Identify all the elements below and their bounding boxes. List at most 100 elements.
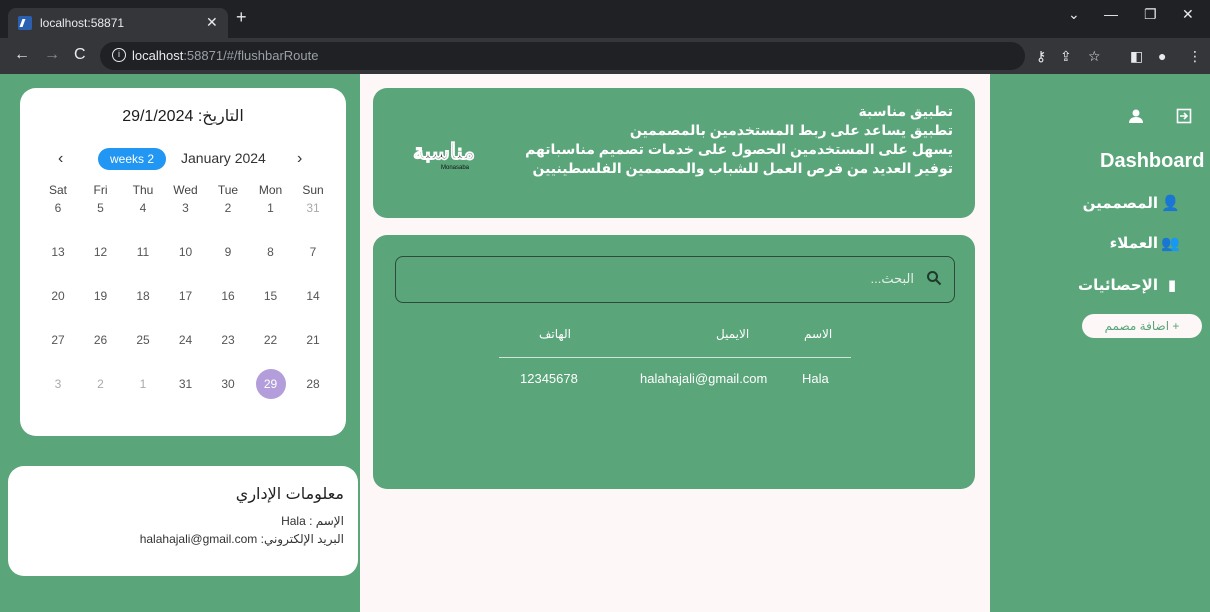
designers-panel: البحث... الاسم الايميل الهاتف Hala halah… bbox=[373, 235, 975, 489]
sidebar-item-label: العملاء bbox=[1109, 235, 1158, 252]
month-label[interactable]: January 2024 bbox=[181, 150, 266, 166]
calendar-day[interactable]: 30 bbox=[208, 377, 248, 391]
dashboard-title: Dashboard bbox=[1100, 150, 1205, 172]
header-phone: الهاتف bbox=[539, 327, 571, 341]
admin-name: الإسم : Hala bbox=[281, 514, 344, 528]
minimize-icon[interactable]: — bbox=[1104, 6, 1118, 22]
sidebar-item-designers[interactable]: 👤المصممين bbox=[1083, 194, 1180, 212]
banner-line: يسهل على المستخدمين الحصول على خدمات تصم… bbox=[525, 141, 953, 157]
calendar-day[interactable]: 31 bbox=[166, 377, 206, 391]
key-icon[interactable]: ⚷ bbox=[1036, 48, 1046, 65]
calendar-day[interactable]: 6 bbox=[38, 201, 78, 215]
calendar-day[interactable]: 22 bbox=[251, 333, 291, 347]
selected-day[interactable]: 29 bbox=[255, 369, 286, 399]
calendar-day[interactable]: 26 bbox=[81, 333, 121, 347]
sidebar-item-label: المصممين bbox=[1082, 195, 1158, 212]
calendar-day[interactable]: 2 bbox=[81, 377, 121, 391]
calendar-day[interactable]: 19 bbox=[81, 289, 121, 303]
calendar-day[interactable]: 16 bbox=[208, 289, 248, 303]
logout-icon[interactable] bbox=[1176, 108, 1192, 124]
cell-name: Hala bbox=[802, 371, 829, 386]
cell-phone: 12345678 bbox=[520, 371, 578, 386]
calendar-day[interactable]: 7 bbox=[293, 245, 333, 259]
close-window-icon[interactable]: ✕ bbox=[1182, 6, 1194, 23]
app-page: التاريخ: 29/1/2024 ‹ weeks 2 January 202… bbox=[0, 74, 1210, 612]
calendar-day[interactable]: 1 bbox=[123, 377, 163, 391]
browser-toolbar: ← → C i localhost:58871/#/flushbarRoute … bbox=[0, 38, 1210, 74]
calendar-day[interactable]: 25 bbox=[123, 333, 163, 347]
calendar-day[interactable]: 15 bbox=[251, 289, 291, 303]
logo-text: مناسبة bbox=[413, 139, 475, 165]
cell-email: halahajali@gmail.com bbox=[640, 371, 768, 386]
format-toggle-button[interactable]: weeks 2 bbox=[98, 148, 166, 170]
calendar-day[interactable]: 9 bbox=[208, 245, 248, 259]
banner-line: تطبيق مناسبة bbox=[858, 103, 953, 119]
weekday-label: Mon bbox=[258, 183, 283, 197]
weekday-label: Sun bbox=[302, 183, 324, 197]
calendar-day[interactable]: 4 bbox=[123, 201, 163, 215]
sidebar-item-customers[interactable]: 👥العملاء bbox=[1110, 234, 1180, 252]
calendar-day[interactable]: 29 bbox=[251, 369, 291, 399]
weekday-label: Wed bbox=[173, 183, 198, 197]
forward-icon[interactable]: → bbox=[44, 46, 60, 64]
flutter-favicon-icon bbox=[18, 16, 32, 30]
calendar-day[interactable]: 2 bbox=[208, 201, 248, 215]
calendar-day[interactable]: 18 bbox=[123, 289, 163, 303]
calendar-day[interactable]: 13 bbox=[38, 245, 78, 259]
calendar-day[interactable]: 5 bbox=[81, 201, 121, 215]
calendar-day[interactable]: 21 bbox=[293, 333, 333, 347]
banner-line: توفير العديد من فرص العمل للشباب والمصمم… bbox=[532, 160, 953, 176]
calendar-day[interactable]: 31 bbox=[293, 201, 333, 215]
profile-icon[interactable]: ● bbox=[1158, 48, 1166, 64]
calendar-card: التاريخ: 29/1/2024 ‹ weeks 2 January 202… bbox=[20, 88, 346, 436]
calendar-day[interactable]: 12 bbox=[81, 245, 121, 259]
menu-kebab-icon[interactable]: ⋮ bbox=[1188, 48, 1202, 65]
prev-month-icon[interactable]: ‹ bbox=[58, 150, 63, 168]
calendar-day[interactable]: 20 bbox=[38, 289, 78, 303]
url-host: localhost bbox=[132, 48, 184, 63]
calendar-day[interactable]: 14 bbox=[293, 289, 333, 303]
calendar-day[interactable]: 10 bbox=[166, 245, 206, 259]
banner-text: تطبيق مناسبة تطبيق يساعد على ربط المستخد… bbox=[473, 102, 953, 178]
add-designer-label: اضافة مصمم bbox=[1104, 319, 1170, 333]
header-email: الايميل bbox=[716, 327, 750, 341]
calendar-day[interactable]: 3 bbox=[38, 377, 78, 391]
weekday-label: Tue bbox=[217, 183, 239, 197]
browser-tab[interactable]: localhost:58871 ✕ bbox=[8, 8, 228, 38]
weekday-label: Thu bbox=[132, 183, 154, 197]
tab-search-icon[interactable]: ⌄ bbox=[1068, 6, 1080, 23]
address-bar[interactable]: i localhost:58871/#/flushbarRoute bbox=[100, 42, 1025, 70]
calendar-day[interactable]: 27 bbox=[38, 333, 78, 347]
calendar-day[interactable]: 1 bbox=[251, 201, 291, 215]
plus-icon: + bbox=[1169, 319, 1180, 333]
search-field[interactable]: البحث... bbox=[395, 256, 955, 303]
add-designer-button[interactable]: + اضافة مصمم bbox=[1082, 314, 1202, 338]
bookmark-star-icon[interactable]: ☆ bbox=[1088, 48, 1101, 65]
calendar-day[interactable]: 24 bbox=[166, 333, 206, 347]
back-icon[interactable]: ← bbox=[14, 46, 30, 64]
weekday-label: Fri bbox=[93, 183, 108, 197]
restore-icon[interactable]: ❐ bbox=[1144, 6, 1157, 23]
close-tab-icon[interactable]: ✕ bbox=[206, 14, 218, 31]
sidebar-item-statistics[interactable]: ▮ الإحصائيات bbox=[1078, 276, 1180, 294]
share-icon[interactable]: ⇪ bbox=[1060, 48, 1072, 65]
header-name: الاسم bbox=[804, 327, 833, 341]
site-info-icon[interactable]: i bbox=[112, 48, 126, 62]
weekday-label: Sat bbox=[48, 183, 67, 197]
table-divider bbox=[499, 357, 851, 358]
new-tab-icon[interactable]: + bbox=[236, 7, 247, 28]
search-placeholder: البحث... bbox=[870, 271, 915, 286]
calendar-day[interactable]: 23 bbox=[208, 333, 248, 347]
person-icon[interactable] bbox=[1128, 108, 1144, 124]
search-icon bbox=[927, 271, 942, 286]
calendar-day[interactable]: 3 bbox=[166, 201, 206, 215]
side-panel-icon[interactable]: ◧ bbox=[1130, 48, 1143, 65]
chart-icon: ▮ bbox=[1167, 277, 1177, 294]
reload-icon[interactable]: C bbox=[74, 46, 86, 64]
calendar-day[interactable]: 28 bbox=[293, 377, 333, 391]
next-month-icon[interactable]: › bbox=[297, 150, 302, 168]
tab-title: localhost:58871 bbox=[40, 16, 125, 30]
calendar-day[interactable]: 11 bbox=[123, 245, 163, 259]
calendar-day[interactable]: 17 bbox=[166, 289, 206, 303]
calendar-day[interactable]: 8 bbox=[251, 245, 291, 259]
